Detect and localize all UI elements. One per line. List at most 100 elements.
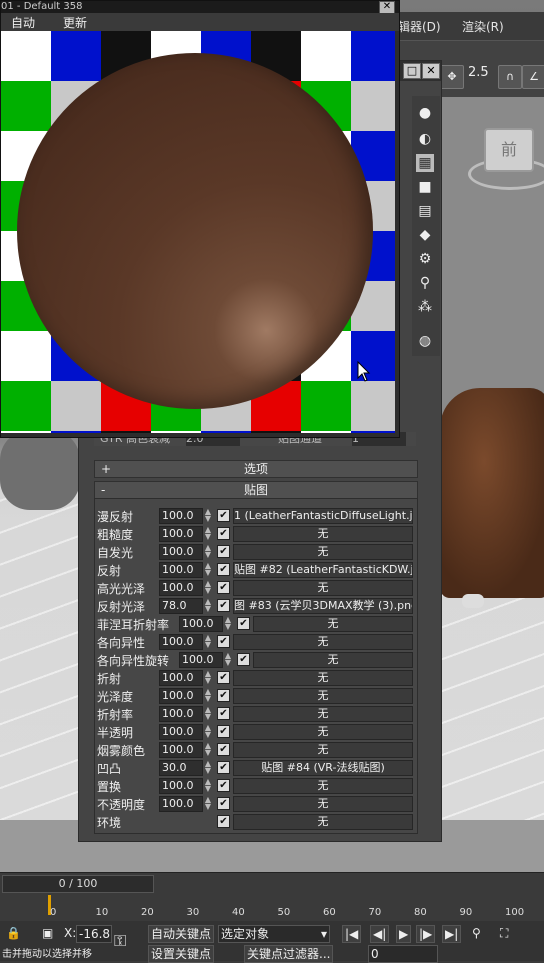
map-amount-spinner[interactable]: ▲ ▼: [203, 634, 213, 649]
map-enable-checkbox[interactable]: ✔: [237, 653, 250, 666]
map-slot-button[interactable]: 图 #83 (云学贝3DMAX教学 (3).png): [233, 598, 413, 614]
map-amount-spinner[interactable]: ▲ ▼: [203, 688, 213, 703]
play-icon[interactable]: ▶: [396, 925, 412, 943]
preview-menu-update[interactable]: 更新: [63, 14, 87, 31]
map-amount-spinner[interactable]: ▲ ▼: [203, 580, 213, 595]
select-move-icon[interactable]: ✥: [440, 65, 464, 89]
map-amount-field[interactable]: 100.0: [159, 670, 203, 686]
map-amount-spinner[interactable]: ▲ ▼: [203, 778, 213, 793]
previous-frame-icon[interactable]: ◀|: [370, 925, 390, 943]
map-enable-checkbox[interactable]: ✔: [217, 815, 230, 828]
make-preview-icon[interactable]: ◆: [416, 226, 434, 244]
video-color-check-icon[interactable]: ▤: [416, 202, 434, 220]
current-frame-field[interactable]: 0: [368, 945, 438, 963]
map-slot-button[interactable]: 无: [233, 706, 413, 722]
rollout-options[interactable]: + 选项: [94, 460, 418, 478]
map-enable-checkbox[interactable]: ✔: [217, 545, 230, 558]
snap-value[interactable]: 2.5: [468, 65, 489, 80]
key-filters-button[interactable]: 关键点过滤器...: [244, 945, 334, 963]
map-amount-spinner[interactable]: ▲ ▼: [203, 562, 213, 577]
viewcube[interactable]: 前: [484, 128, 534, 172]
map-amount-spinner[interactable]: ▲ ▼: [203, 526, 213, 541]
next-frame-icon[interactable]: |▶: [416, 925, 436, 943]
map-slot-button[interactable]: 无: [233, 544, 413, 560]
map-amount-spinner[interactable]: ▲ ▼: [203, 796, 213, 811]
map-slot-button[interactable]: 无: [233, 688, 413, 704]
go-to-start-icon[interactable]: |◀: [342, 925, 362, 943]
map-amount-spinner[interactable]: ▲ ▼: [203, 760, 213, 775]
time-slider[interactable]: 0 / 100: [2, 875, 154, 893]
map-slot-button[interactable]: 贴图 #82 (LeatherFantasticKDW.jpg): [233, 562, 413, 578]
zoom-extents-icon[interactable]: ⛶: [498, 925, 510, 941]
map-slot-button[interactable]: 无: [253, 616, 413, 632]
map-slot-button[interactable]: 无: [233, 778, 413, 794]
map-amount-field[interactable]: 100.0: [159, 796, 203, 812]
map-amount-spinner[interactable]: ▲ ▼: [203, 670, 213, 685]
sample-type-icon[interactable]: ●: [416, 104, 434, 122]
select-by-material-icon[interactable]: ⚲: [416, 274, 434, 292]
auto-key-button[interactable]: 自动关键点: [148, 925, 215, 943]
go-to-end-icon[interactable]: ▶|: [442, 925, 462, 943]
map-enable-checkbox[interactable]: ✔: [217, 725, 230, 738]
map-enable-checkbox[interactable]: ✔: [217, 797, 230, 810]
pick-material-icon[interactable]: ◍: [416, 332, 434, 350]
set-key-button[interactable]: 设置关键点: [148, 945, 215, 963]
map-amount-spinner[interactable]: ▲ ▼: [203, 598, 213, 613]
map-amount-field[interactable]: 30.0: [159, 760, 203, 776]
map-amount-field[interactable]: 100.0: [179, 616, 223, 632]
map-enable-checkbox[interactable]: ✔: [217, 761, 230, 774]
absolute-mode-icon[interactable]: ▣: [40, 925, 55, 941]
rollout-maps[interactable]: - 贴图: [94, 481, 418, 499]
map-slot-button[interactable]: 无: [233, 634, 413, 650]
preview-menu-auto[interactable]: 自动: [11, 14, 35, 31]
map-amount-field[interactable]: 78.0: [159, 598, 203, 614]
close-icon[interactable]: ✕: [422, 63, 440, 79]
track-bar[interactable]: 0 10 20 30 40 50 60 70 80 90 100: [44, 893, 544, 919]
map-amount-field[interactable]: 100.0: [159, 724, 203, 740]
map-slot-button[interactable]: 1 (LeatherFantasticDiffuseLight.jpg): [233, 508, 413, 524]
map-amount-field[interactable]: 100.0: [159, 544, 203, 560]
armchair-model[interactable]: [440, 388, 544, 608]
map-amount-field[interactable]: 100.0: [159, 526, 203, 542]
angle-snap-icon[interactable]: ∠: [522, 65, 544, 89]
zoom-icon[interactable]: ⚲: [470, 925, 483, 941]
map-amount-spinner[interactable]: ▲ ▼: [203, 724, 213, 739]
map-enable-checkbox[interactable]: ✔: [217, 635, 230, 648]
map-enable-checkbox[interactable]: ✔: [217, 743, 230, 756]
map-amount-field[interactable]: 100.0: [159, 634, 203, 650]
map-slot-button[interactable]: 无: [233, 796, 413, 812]
x-coord-field[interactable]: -16.8: [76, 925, 112, 943]
snap-magnet-icon[interactable]: ∩: [498, 65, 522, 89]
map-amount-field[interactable]: 100.0: [159, 706, 203, 722]
map-slot-button[interactable]: 无: [233, 724, 413, 740]
map-slot-button[interactable]: 无: [233, 580, 413, 596]
menu-render[interactable]: 渲染(R): [462, 18, 504, 35]
map-enable-checkbox[interactable]: ✔: [237, 617, 250, 630]
map-slot-button[interactable]: 无: [233, 814, 413, 830]
map-slot-button[interactable]: 贴图 #84 (VR-法线贴图): [233, 760, 413, 776]
map-slot-button[interactable]: 无: [233, 670, 413, 686]
map-enable-checkbox[interactable]: ✔: [217, 563, 230, 576]
map-enable-checkbox[interactable]: ✔: [217, 581, 230, 594]
background-checker-icon[interactable]: ▦: [416, 154, 434, 172]
map-enable-checkbox[interactable]: ✔: [217, 671, 230, 684]
map-amount-field[interactable]: 100.0: [159, 508, 203, 524]
map-amount-field[interactable]: 100.0: [179, 652, 223, 668]
map-enable-checkbox[interactable]: ✔: [217, 599, 230, 612]
map-amount-spinner[interactable]: ▲ ▼: [203, 742, 213, 757]
map-enable-checkbox[interactable]: ✔: [217, 527, 230, 540]
key-icon[interactable]: ⚿: [112, 933, 128, 949]
lock-selection-icon[interactable]: 🔒: [4, 925, 23, 941]
restore-icon[interactable]: □: [403, 63, 421, 79]
map-enable-checkbox[interactable]: ✔: [217, 779, 230, 792]
map-amount-spinner[interactable]: ▲ ▼: [223, 616, 233, 631]
backlight-icon[interactable]: ◐: [416, 130, 434, 148]
map-enable-checkbox[interactable]: ✔: [217, 509, 230, 522]
map-amount-spinner[interactable]: ▲ ▼: [203, 544, 213, 559]
map-amount-spinner[interactable]: ▲ ▼: [203, 508, 213, 523]
map-amount-field[interactable]: 100.0: [159, 580, 203, 596]
menu-editors[interactable]: 辑器(D): [398, 18, 441, 35]
map-slot-button[interactable]: 无: [253, 652, 413, 668]
map-slot-button[interactable]: 无: [233, 526, 413, 542]
material-sample-sphere[interactable]: [17, 53, 373, 409]
